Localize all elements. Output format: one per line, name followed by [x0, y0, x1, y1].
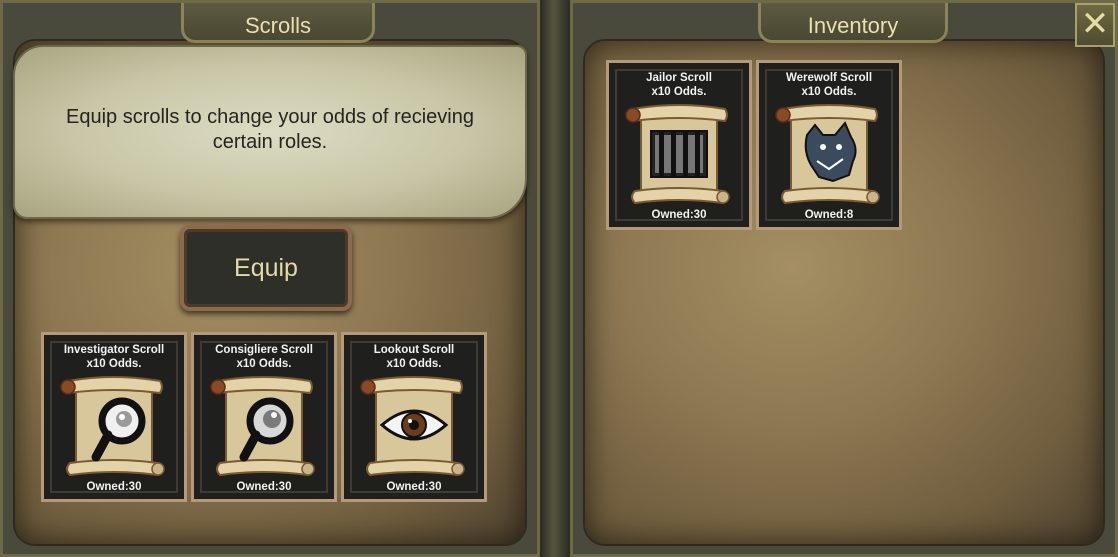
card-title: Lookout Scroll x10 Odds.: [344, 343, 484, 371]
magnifier-icon: [210, 376, 315, 476]
card-name: Consigliere Scroll: [215, 344, 313, 356]
card-odds: x10 Odds.: [801, 86, 857, 98]
scrolls-tab-title: Scrolls: [181, 3, 375, 43]
card-title: Investigator Scroll x10 Odds.: [44, 343, 184, 371]
card-owned-count: Owned:30: [236, 481, 292, 493]
werewolf-icon: [775, 104, 880, 204]
card-title: Consigliere Scroll x10 Odds.: [194, 343, 334, 371]
card-owned-count: Owned:30: [386, 481, 442, 493]
scroll-card-investigator[interactable]: Investigator Scroll x10 Odds. Owned:30: [41, 332, 187, 502]
card-odds: x10 Odds.: [651, 86, 707, 98]
card-odds: x10 Odds.: [386, 358, 442, 370]
card-odds: x10 Odds.: [236, 358, 292, 370]
inventory-panel: Inventory ✕ Jailor Scroll x10 Odds. Owne…: [570, 0, 1118, 557]
inventory-card-jailor[interactable]: Jailor Scroll x10 Odds. Owned:30: [606, 60, 752, 230]
equip-button[interactable]: Equip: [180, 225, 352, 311]
inventory-tab-title: Inventory: [758, 3, 948, 43]
inventory-card-werewolf[interactable]: Werewolf Scroll x10 Odds. Owned:8: [756, 60, 902, 230]
eye-icon: [360, 376, 465, 476]
panel-divider: [540, 0, 570, 557]
scrolls-panel: Scrolls Equip scrolls to change your odd…: [0, 0, 540, 557]
card-name: Werewolf Scroll: [785, 72, 873, 84]
card-name: Jailor Scroll: [646, 72, 712, 84]
close-icon: ✕: [1080, 4, 1110, 44]
card-name: Investigator Scroll: [63, 344, 165, 356]
card-name: Lookout Scroll: [373, 344, 455, 356]
card-title: Jailor Scroll x10 Odds.: [609, 71, 749, 99]
info-text: Equip scrolls to change your odds of rec…: [65, 106, 474, 153]
card-owned-count: Owned:8: [804, 209, 854, 221]
magnifier-icon: [60, 376, 165, 476]
card-owned-count: Owned:30: [86, 481, 142, 493]
info-scroll-banner: Equip scrolls to change your odds of rec…: [13, 45, 527, 219]
card-owned-count: Owned:30: [651, 209, 707, 221]
jail-bars-icon: [625, 104, 730, 204]
close-button[interactable]: ✕: [1075, 3, 1115, 47]
scroll-card-consigliere[interactable]: Consigliere Scroll x10 Odds. Owned:30: [191, 332, 337, 502]
card-title: Werewolf Scroll x10 Odds.: [759, 71, 899, 99]
card-odds: x10 Odds.: [86, 358, 142, 370]
scroll-card-lookout[interactable]: Lookout Scroll x10 Odds. Owned:30: [341, 332, 487, 502]
